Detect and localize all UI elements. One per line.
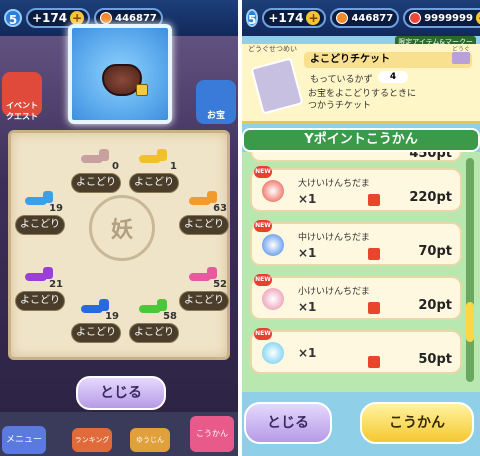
friends-button[interactable]: ゆうじん — [130, 428, 170, 452]
ranking-button[interactable]: ランキング — [72, 428, 112, 452]
item-preview — [68, 24, 172, 124]
potion-icon — [262, 342, 284, 364]
close-button[interactable]: とじる — [76, 376, 166, 410]
steal-item-7: 19 よこどり — [71, 297, 121, 345]
menu-button[interactable]: メニュー — [2, 426, 46, 454]
ypoint-icon — [368, 194, 380, 206]
steal-item-1: 0 よこどり — [71, 147, 121, 195]
scrollbar-thumb[interactable] — [466, 302, 474, 342]
exp-orb-icon — [262, 180, 284, 202]
treasure-button[interactable]: お宝 — [196, 80, 236, 124]
ypoint-icon — [368, 302, 380, 314]
left-panel: 5 +174 + 446877 イベント クエスト お宝 妖 0 よこどり 1 よ… — [0, 0, 238, 456]
coin-icon — [100, 12, 113, 24]
item-description: どうぐせつめい よこどりチケット どうぐ もっているかず 4 お宝をよこどりする… — [242, 44, 480, 124]
event-quest-button[interactable]: イベント クエスト — [2, 72, 42, 121]
exchange-button[interactable]: こうかん — [360, 402, 474, 444]
steal-item-8: 58 よこどり — [129, 297, 179, 345]
item-name: よこどりチケット — [304, 52, 472, 68]
ypoint-exchange-header: Yポイントこうかん — [242, 128, 480, 152]
yen-pill: 9999999+ — [403, 8, 480, 28]
steal-button[interactable]: よこどり — [15, 215, 65, 235]
owned-count: 4 — [378, 71, 408, 83]
exp-orb-icon — [262, 234, 284, 256]
plus-icon[interactable]: + — [475, 11, 480, 25]
steal-button[interactable]: よこどり — [129, 173, 179, 193]
yokai-symbol: 妖 — [89, 195, 155, 261]
yokai-badge: 5 — [4, 9, 22, 27]
steal-button[interactable]: よこどり — [179, 291, 229, 311]
scrollbar[interactable] — [466, 158, 474, 382]
right-panel: 5 +174+ 446877 9999999+ 限定アイテム&マークー どうぐせ… — [242, 0, 480, 456]
tool-icon — [452, 52, 470, 64]
bottom-nav: メニュー ランキング ゆうじん こうかん — [0, 412, 238, 456]
steal-scroll: 妖 0 よこどり 1 よこどり 19 よこどり 63 よこどり 21 よこどり — [8, 130, 230, 360]
steal-item-5: 21 よこどり — [15, 265, 65, 313]
points-pill[interactable]: +174 + — [262, 8, 327, 28]
plus-icon[interactable]: + — [306, 11, 321, 25]
steal-button[interactable]: よこどり — [129, 323, 179, 343]
steal-item-2: 1 よこどり — [129, 147, 179, 195]
exchange-row[interactable]: NEW 大けいけんちだま ×1 220pt — [250, 166, 462, 212]
item-desc-text: お宝をよこどりするときに つかうチケット — [308, 89, 417, 111]
coin-icon — [336, 12, 349, 24]
lock-icon — [136, 84, 148, 96]
ypoint-icon — [368, 356, 380, 368]
money-pill: 446877 — [330, 8, 400, 28]
steal-button[interactable]: よこどり — [71, 323, 121, 343]
plus-icon[interactable]: + — [70, 11, 85, 25]
exchange-row[interactable]: NEW ×1 50pt — [250, 328, 462, 374]
ypoint-icon — [368, 248, 380, 260]
exchange-list[interactable]: 450pt NEW 大けいけんちだま ×1 220pt NEW 中けいけんちだま… — [242, 152, 480, 392]
yen-icon — [409, 12, 422, 24]
pipe-icon — [81, 147, 109, 165]
pipe-icon — [139, 147, 167, 165]
steal-button[interactable]: よこどり — [71, 173, 121, 193]
yokai-badge: 5 — [246, 9, 259, 27]
exchange-nav-button[interactable]: こうかん — [190, 416, 234, 452]
exchange-row[interactable]: NEW 小けいけんちだま ×1 20pt — [250, 274, 462, 320]
close-button[interactable]: とじる — [244, 402, 332, 444]
partial-row: 450pt — [250, 152, 462, 162]
steal-button[interactable]: よこどり — [179, 215, 229, 235]
steal-button[interactable]: よこどり — [15, 291, 65, 311]
steal-item-6: 52 よこどり — [179, 265, 229, 313]
status-bar: 5 +174+ 446877 9999999+ — [242, 0, 480, 36]
steal-item-4: 63 よこどり — [179, 189, 229, 237]
exchange-row[interactable]: NEW 中けいけんちだま ×1 70pt — [250, 220, 462, 266]
exp-orb-icon — [262, 288, 284, 310]
steal-item-3: 19 よこどり — [15, 189, 65, 237]
ticket-icon — [250, 57, 304, 115]
